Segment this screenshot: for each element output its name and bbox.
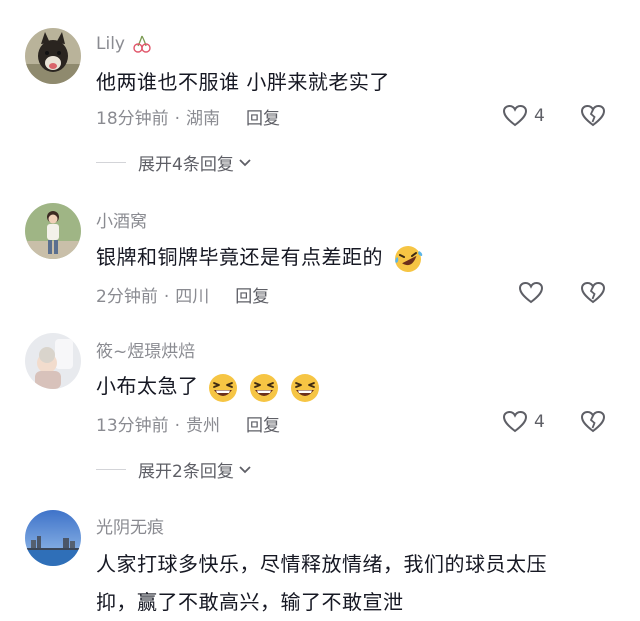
comment-text: 他两谁也不服谁 小胖来就老实了 bbox=[96, 70, 390, 94]
comment-text-body: 银牌和铜牌毕竟还是有点差距的 bbox=[96, 245, 383, 269]
cherry-icon bbox=[133, 35, 152, 53]
username[interactable]: Lily bbox=[96, 34, 152, 54]
divider-line bbox=[96, 162, 126, 163]
reply-button[interactable]: 回复 bbox=[235, 287, 269, 307]
expand-replies-label: 展开4条回复 bbox=[138, 155, 234, 175]
comment-meta: 13分钟前 · 贵州 回复 bbox=[96, 411, 280, 436]
comment-text-body: 小布太急了 bbox=[96, 374, 199, 398]
like-count: 4 bbox=[534, 412, 545, 432]
comment-location: 贵州 bbox=[186, 416, 221, 436]
dislike-button[interactable] bbox=[580, 410, 606, 438]
lake-city-photo-avatar-icon bbox=[25, 510, 81, 566]
username-text: Lily bbox=[96, 34, 125, 54]
comment-location: 四川 bbox=[175, 287, 210, 307]
laughing-tears-emoji-icon bbox=[394, 245, 423, 272]
username[interactable]: 小酒窝 bbox=[96, 207, 147, 232]
divider-line bbox=[96, 469, 126, 470]
like-button[interactable]: 4 bbox=[502, 104, 545, 128]
grinning-squint-emoji-icon bbox=[250, 373, 279, 402]
reply-button[interactable]: 回复 bbox=[246, 109, 280, 129]
comment-time: 2分钟前 bbox=[96, 287, 158, 307]
grinning-squint-emoji-icon bbox=[291, 373, 320, 402]
broken-heart-icon bbox=[580, 104, 606, 127]
comment-text-line-1: 人家打球多快乐，尽情释放情绪，我们的球员太压 bbox=[96, 552, 547, 576]
dislike-button[interactable] bbox=[580, 104, 606, 132]
broken-heart-icon bbox=[580, 281, 606, 304]
meta-separator: · bbox=[163, 287, 170, 307]
comment-meta: 18分钟前 · 湖南 回复 bbox=[96, 104, 280, 129]
username[interactable]: 光阴无痕 bbox=[96, 513, 164, 538]
expand-replies-label: 展开2条回复 bbox=[138, 462, 234, 482]
expand-replies-button[interactable]: 展开4条回复 bbox=[96, 150, 253, 175]
reply-button[interactable]: 回复 bbox=[246, 416, 280, 436]
avatar[interactable] bbox=[25, 333, 81, 389]
like-button[interactable] bbox=[518, 281, 550, 305]
dislike-button[interactable] bbox=[580, 281, 606, 309]
comment-text: 小布太急了 bbox=[96, 370, 321, 404]
comment-time: 13分钟前 bbox=[96, 416, 169, 436]
like-button[interactable]: 4 bbox=[502, 410, 545, 434]
comment-time: 18分钟前 bbox=[96, 109, 169, 129]
heart-icon bbox=[502, 410, 528, 433]
child-photo-avatar-icon bbox=[25, 333, 81, 389]
grinning-squint-emoji-icon bbox=[209, 373, 238, 402]
like-count: 4 bbox=[534, 106, 545, 126]
comment-location: 湖南 bbox=[186, 109, 221, 129]
username[interactable]: 筱~煜璟烘焙 bbox=[96, 337, 195, 362]
meta-separator: · bbox=[174, 416, 181, 436]
heart-icon bbox=[518, 281, 544, 304]
heart-icon bbox=[502, 104, 528, 127]
comment-text-line-2: 抑，赢了不敢高兴，输了不敢宣泄 bbox=[96, 590, 404, 614]
girl-photo-avatar-icon bbox=[25, 203, 81, 259]
comment-text: 银牌和铜牌毕竟还是有点差距的 bbox=[96, 241, 424, 275]
meta-separator: · bbox=[174, 109, 181, 129]
avatar[interactable] bbox=[25, 203, 81, 259]
expand-replies-button[interactable]: 展开2条回复 bbox=[96, 457, 253, 482]
broken-heart-icon bbox=[580, 410, 606, 433]
avatar[interactable] bbox=[25, 28, 81, 84]
comment-meta: 2分钟前 · 四川 回复 bbox=[96, 282, 269, 307]
dog-photo-avatar-icon bbox=[25, 28, 81, 84]
avatar[interactable] bbox=[25, 510, 81, 566]
chevron-down-icon bbox=[239, 158, 251, 166]
chevron-down-icon bbox=[239, 465, 251, 473]
